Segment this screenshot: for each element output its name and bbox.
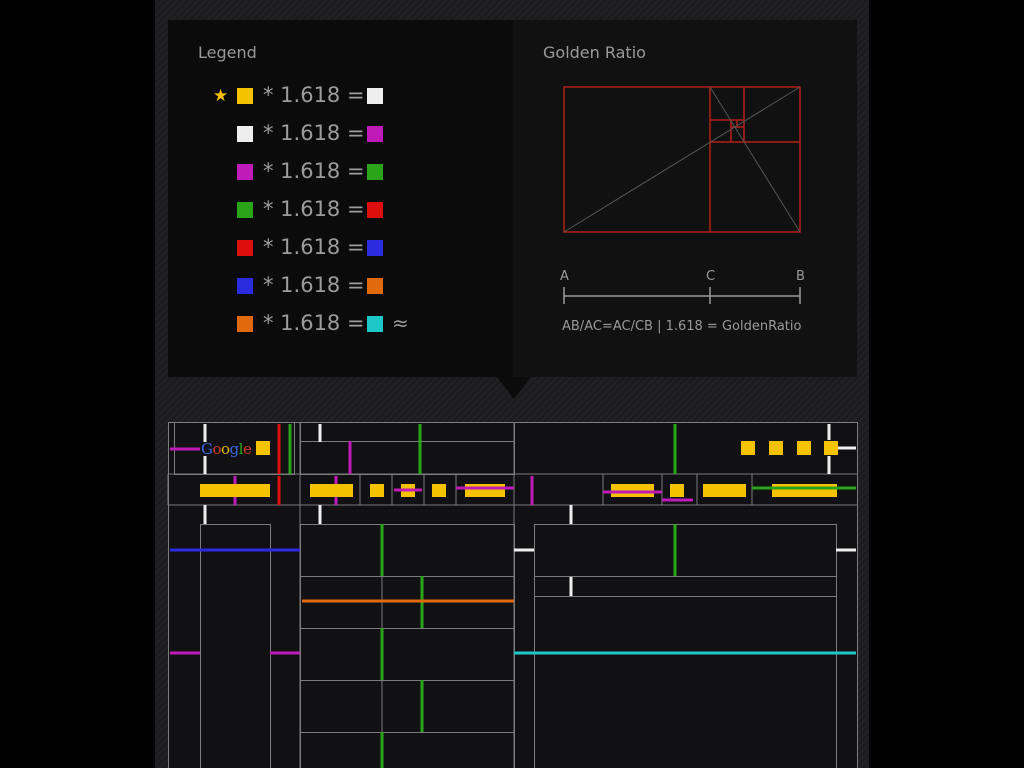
content-block — [200, 484, 270, 497]
wireframe-diagram — [167, 422, 858, 768]
left-sidebar-box — [200, 524, 271, 768]
content-block — [703, 484, 746, 497]
content-card — [300, 680, 515, 733]
content-block — [256, 441, 270, 455]
content-block — [741, 441, 755, 455]
header-box-2 — [300, 441, 515, 475]
logo-letter: G — [201, 440, 213, 458]
logo-letter: o — [212, 440, 222, 458]
content-card — [300, 524, 515, 577]
content-card — [300, 732, 515, 768]
logo-letter: g — [229, 440, 240, 458]
content-card — [300, 628, 515, 681]
content-block — [465, 484, 505, 497]
content-block — [797, 441, 811, 455]
right-box-2 — [534, 576, 837, 597]
content-block — [769, 441, 783, 455]
right-box-1 — [534, 524, 837, 577]
content-block — [772, 484, 837, 497]
logo-letter: o — [221, 440, 230, 458]
content-block — [310, 484, 353, 497]
content-block — [432, 484, 446, 497]
right-box-3 — [534, 596, 837, 768]
content-block — [370, 484, 384, 497]
logo-letter: e — [242, 440, 252, 458]
google-logo: Google — [201, 440, 252, 458]
content-block — [670, 484, 684, 497]
content-block — [824, 441, 838, 455]
header-box-1 — [300, 422, 515, 442]
